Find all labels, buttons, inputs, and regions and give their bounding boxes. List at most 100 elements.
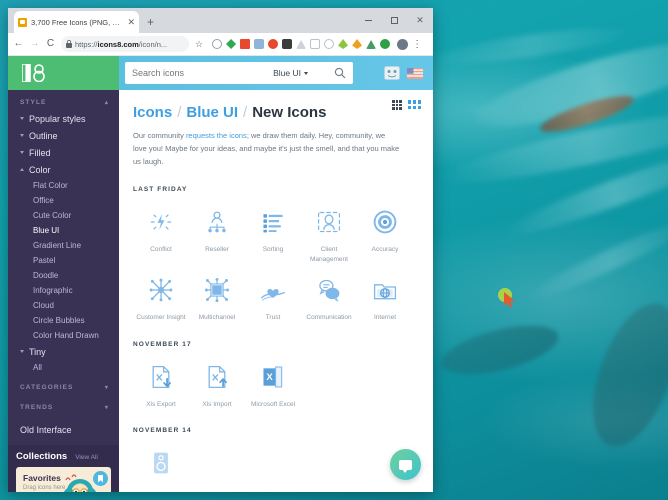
icon-cell-trust[interactable]: Trust [245, 265, 301, 323]
us-flag-icon[interactable] [407, 67, 423, 79]
extension-icon[interactable] [282, 39, 293, 49]
lock-icon [66, 40, 72, 48]
extension-icon[interactable] [240, 39, 251, 49]
extension-icon[interactable] [254, 39, 265, 49]
grid-compact-toggle[interactable] [392, 100, 402, 110]
forward-icon[interactable]: → [29, 39, 40, 49]
extension-icon[interactable] [212, 39, 223, 49]
sidebar-group-filled[interactable]: Filled [8, 144, 119, 161]
sidebar-item-infographic[interactable]: Infographic [8, 283, 119, 298]
sidebar-group-label: Popular styles [29, 113, 86, 124]
sidebar-group-tiny[interactable]: Tiny [8, 343, 119, 360]
svg-text:X: X [266, 372, 273, 383]
reseller-icon [204, 205, 230, 239]
avatar[interactable] [397, 38, 409, 50]
extension-icon[interactable] [380, 39, 391, 49]
sidebar-item-all[interactable]: All [8, 360, 119, 375]
icon-cell-xls-import[interactable]: Xls Import [189, 352, 245, 410]
icon-cell-microsoft-excel[interactable]: X Microsoft Excel [245, 352, 301, 410]
sidebar-group-outline[interactable]: Outline [8, 127, 119, 144]
breadcrumb-item-4: New Icons [252, 104, 327, 121]
icon-cell-conflict[interactable]: Conflict [133, 197, 189, 265]
search-input[interactable] [132, 68, 274, 78]
url-input[interactable]: https://icons8.com/icon/n... [61, 36, 189, 52]
icon-cell-internet[interactable]: Internet [357, 265, 413, 323]
sidebar-item-circle-bubbles[interactable]: Circle Bubbles [8, 313, 119, 328]
bookmark-star-icon[interactable]: ☆ [195, 39, 203, 50]
sorting-icon [260, 205, 286, 239]
main-content: Icons / Blue UI / New Icons Our community re… [119, 56, 433, 492]
collections-view-all-link[interactable]: View All [75, 454, 98, 461]
icon-cell-xls-export[interactable]: Xls Export [133, 352, 189, 410]
icon-label: Microsoft Excel [250, 400, 296, 408]
extension-icon[interactable] [296, 40, 307, 49]
header-icon-group [384, 66, 433, 80]
requests-the-icons-link[interactable]: requests the icons [186, 131, 247, 140]
extension-icon[interactable] [324, 39, 335, 49]
minimize-button[interactable] [355, 8, 381, 33]
sidebar-section-header[interactable]: CATEGORIES ▾ [8, 375, 119, 395]
bookmark-icon [93, 471, 108, 486]
icon-label: Multichannel [198, 313, 236, 321]
icon-cell-client-management[interactable]: Client Management [301, 197, 357, 265]
extension-icon[interactable] [310, 39, 321, 49]
sidebar-section-header[interactable]: TRENDS ▾ [8, 395, 119, 415]
sidebar-item-flat-color[interactable]: Flat Color [8, 178, 119, 193]
chevron-down-icon [20, 151, 24, 154]
extension-icon[interactable] [366, 40, 377, 49]
tab-strip: 3,700 Free Icons (PNG, vector) ✕ + ✕ [8, 8, 433, 33]
reload-icon[interactable]: C [45, 39, 56, 49]
sidebar-item-doodle[interactable]: Doodle [8, 268, 119, 283]
sidebar-group-color[interactable]: Color [8, 161, 119, 178]
icon-cell-multichannel[interactable]: Multichannel [189, 265, 245, 323]
grid-large-toggle[interactable] [407, 100, 421, 110]
sidebar-item-gradient-line[interactable]: Gradient Line [8, 238, 119, 253]
extension-icon[interactable] [226, 39, 237, 49]
close-icon[interactable]: ✕ [127, 17, 135, 27]
close-window-button[interactable]: ✕ [407, 8, 433, 33]
sidebar-group-label: Color [29, 164, 51, 175]
anonymous-mask-icon[interactable] [384, 66, 400, 80]
style-filter-dropdown[interactable]: Blue UI [273, 68, 334, 78]
icon-label: Xls Export [146, 400, 176, 408]
collections-header: Collections View All [16, 451, 111, 467]
sidebar-item-office[interactable]: Office [8, 193, 119, 208]
chat-support-button[interactable] [390, 449, 421, 480]
favorites-collection-card[interactable]: Favorites Drag icons here [16, 467, 111, 492]
breadcrumb-item-2[interactable]: Blue UI [186, 104, 238, 121]
sidebar-item-old-interface[interactable]: Old Interface [8, 415, 119, 443]
icon-row: Customer Insight Multichannel Trust Comm… [133, 265, 419, 323]
extension-icon[interactable] [338, 39, 349, 49]
search-bar: Blue UI [125, 62, 353, 84]
extension-icon[interactable] [352, 39, 363, 49]
icon-cell-sorting[interactable]: Sorting [245, 197, 301, 265]
maximize-button[interactable] [381, 8, 407, 33]
icon-cell-reseller[interactable]: Reseller [189, 197, 245, 265]
icon-label: Accuracy [371, 246, 399, 254]
icon-cell-speaker-icon[interactable] [133, 438, 189, 486]
sidebar-item-blue-ui[interactable]: Blue UI [8, 223, 119, 238]
icon-cell-accuracy[interactable]: Accuracy [357, 197, 413, 265]
sidebar-group-popular-styles[interactable]: Popular styles [8, 110, 119, 127]
mouse-cursor [498, 288, 515, 308]
sidebar: STYLE ▴ Popular styles Outline Filled Color Fl… [8, 56, 119, 492]
new-tab-button[interactable]: + [147, 16, 154, 28]
browser-menu-icon[interactable]: ⋮ [412, 39, 422, 49]
chevron-down-icon [304, 71, 308, 75]
breadcrumb-item-0[interactable]: Icons [133, 104, 172, 121]
sidebar-item-cloud[interactable]: Cloud [8, 298, 119, 313]
browser-tab[interactable]: 3,700 Free Icons (PNG, vector) ✕ [14, 11, 139, 33]
icon-cell-communication[interactable]: Communication [301, 265, 357, 323]
sidebar-item-cute-color[interactable]: Cute Color [8, 208, 119, 223]
view-toggle-group [392, 100, 421, 110]
sidebar-item-pastel[interactable]: Pastel [8, 253, 119, 268]
sidebar-item-color-hand-drawn[interactable]: Color Hand Drawn [8, 328, 119, 343]
back-icon[interactable]: ← [13, 39, 24, 49]
extension-icon[interactable] [268, 39, 279, 49]
icons8-logo[interactable] [8, 56, 119, 90]
icon-cell-customer-insight[interactable]: Customer Insight [133, 265, 189, 323]
breadcrumb-separator: / [177, 104, 182, 121]
search-icon[interactable] [334, 67, 346, 79]
chevron-down-icon [20, 350, 24, 353]
sidebar-section-header[interactable]: STYLE ▴ [8, 90, 119, 110]
